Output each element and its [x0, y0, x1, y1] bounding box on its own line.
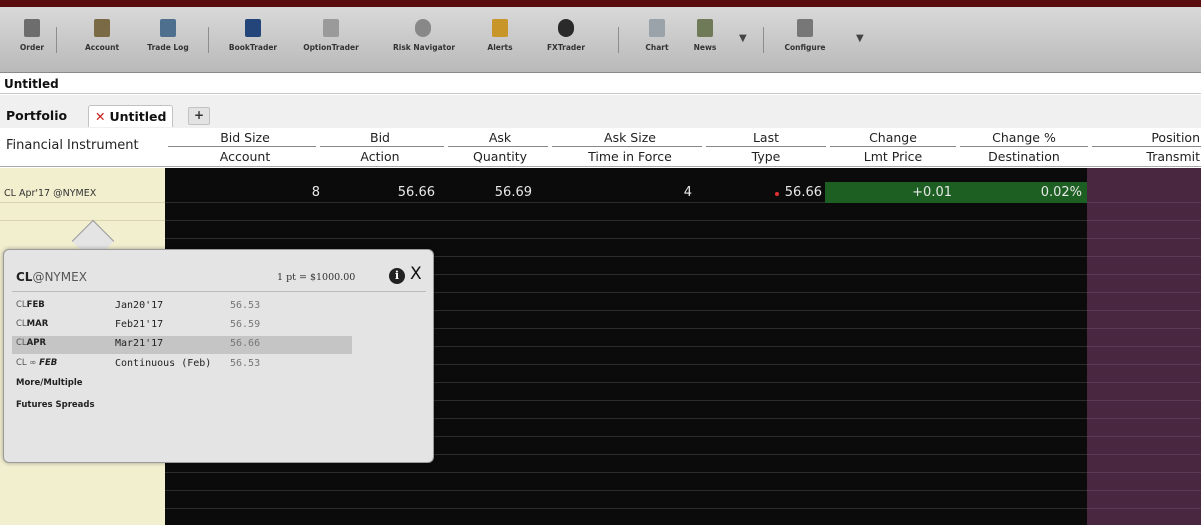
- header-divider: [552, 146, 702, 147]
- contract-row-feb[interactable]: CLFEB Jan20'17 56.53: [12, 298, 352, 316]
- alerts-button[interactable]: Alerts: [470, 19, 530, 67]
- order-button[interactable]: Order: [2, 19, 62, 67]
- header-divider: [1092, 146, 1201, 147]
- contract-selector-popup: CL@NYMEX 1 pt = $1000.00 i X CLFEB Jan20…: [3, 249, 434, 463]
- tab-untitled[interactable]: ✕ Untitled: [88, 105, 174, 127]
- booktrader-button[interactable]: BookTrader: [223, 19, 283, 67]
- header-bid[interactable]: Bid: [340, 130, 420, 145]
- header-change[interactable]: Change: [848, 130, 938, 145]
- popup-title: CL@NYMEX: [16, 270, 87, 284]
- header-quantity[interactable]: Quantity: [460, 149, 540, 164]
- alerts-icon: [492, 19, 508, 37]
- trade-log-button[interactable]: Trade Log: [138, 19, 198, 67]
- header-divider: [448, 146, 548, 147]
- change-pct-cell[interactable]: 0.02%: [1000, 185, 1082, 200]
- header-ask-size[interactable]: Ask Size: [570, 130, 690, 145]
- column-header: Financial Instrument Bid Size Account Bi…: [0, 128, 1201, 167]
- main-toolbar: Order Account Trade Log BookTrader Optio…: [0, 7, 1201, 73]
- last-cell[interactable]: 56.66: [760, 185, 822, 200]
- window-title: Untitled: [0, 73, 1201, 94]
- contract-multiplier: 1 pt = $1000.00: [277, 272, 356, 283]
- header-transmit[interactable]: Transmit: [1120, 149, 1200, 164]
- change-cell[interactable]: +0.01: [880, 185, 952, 200]
- more-multiple-link[interactable]: More/Multiple: [16, 378, 83, 388]
- header-time-in-force[interactable]: Time in Force: [570, 149, 690, 164]
- header-position[interactable]: Position: [1120, 130, 1200, 145]
- info-icon[interactable]: i: [389, 268, 405, 284]
- fxtrader-button[interactable]: FXTrader: [536, 19, 596, 67]
- news-dropdown-icon[interactable]: ▼: [739, 33, 747, 44]
- header-ask[interactable]: Ask: [460, 130, 540, 145]
- ask-cell[interactable]: 56.69: [470, 185, 532, 200]
- header-financial-instrument[interactable]: Financial Instrument: [6, 138, 139, 153]
- header-bid-size[interactable]: Bid Size: [200, 130, 290, 145]
- bid-size-cell[interactable]: 8: [260, 185, 320, 200]
- ask-size-cell[interactable]: 4: [620, 185, 692, 200]
- toolbar-separator: [618, 27, 619, 53]
- toolbar-separator: [763, 27, 764, 53]
- close-tab-icon[interactable]: ✕: [95, 109, 105, 124]
- booktrader-icon: [245, 19, 261, 37]
- news-icon: [697, 19, 713, 37]
- add-tab-button[interactable]: +: [188, 107, 210, 125]
- instrument-cell[interactable]: CL Apr'17 @NYMEX: [4, 188, 96, 199]
- chart-icon: [649, 19, 665, 37]
- window-top-strip: [0, 0, 1201, 7]
- optiontrader-icon: [323, 19, 339, 37]
- account-button[interactable]: Account: [72, 19, 132, 67]
- header-divider: [320, 146, 444, 147]
- configure-button[interactable]: Configure: [775, 19, 835, 67]
- order-icon: [24, 19, 40, 37]
- header-action[interactable]: Action: [340, 149, 420, 164]
- position-column: [1087, 168, 1201, 525]
- contract-row-continuous[interactable]: CL ∞ FEB Continuous (Feb) 56.53: [12, 356, 352, 374]
- futures-spreads-link[interactable]: Futures Spreads: [16, 400, 95, 410]
- header-divider: [830, 146, 956, 147]
- contract-row-mar[interactable]: CLMAR Feb21'17 56.59: [12, 317, 352, 335]
- close-popup-icon[interactable]: X: [410, 264, 422, 284]
- header-type[interactable]: Type: [726, 149, 806, 164]
- header-divider: [706, 146, 826, 147]
- contract-row-apr-selected[interactable]: CLAPR Mar21'17 56.66: [12, 336, 352, 354]
- account-icon: [94, 19, 110, 37]
- popup-divider: [12, 291, 426, 292]
- configure-icon: [797, 19, 813, 37]
- toolbar-separator: [56, 27, 57, 53]
- trading-window: Order Account Trade Log BookTrader Optio…: [0, 0, 1201, 525]
- tab-portfolio[interactable]: Portfolio: [0, 105, 73, 127]
- header-change-pct[interactable]: Change %: [974, 130, 1074, 145]
- tab-bar: Portfolio ✕ Untitled +: [0, 95, 1201, 128]
- risk-navigator-icon: [415, 19, 431, 37]
- header-divider: [168, 146, 316, 147]
- header-last[interactable]: Last: [726, 130, 806, 145]
- header-lmt-price[interactable]: Lmt Price: [848, 149, 938, 164]
- bid-cell[interactable]: 56.66: [360, 185, 435, 200]
- trade-log-icon: [160, 19, 176, 37]
- news-button[interactable]: News: [675, 19, 735, 67]
- optiontrader-button[interactable]: OptionTrader: [301, 19, 361, 67]
- fxtrader-icon: [558, 19, 574, 37]
- risk-navigator-button[interactable]: Risk Navigator: [393, 19, 455, 67]
- header-destination[interactable]: Destination: [974, 149, 1074, 164]
- header-account[interactable]: Account: [200, 149, 290, 164]
- toolbar-separator: [208, 27, 209, 53]
- header-divider: [960, 146, 1088, 147]
- configure-dropdown-icon[interactable]: ▼: [856, 33, 864, 44]
